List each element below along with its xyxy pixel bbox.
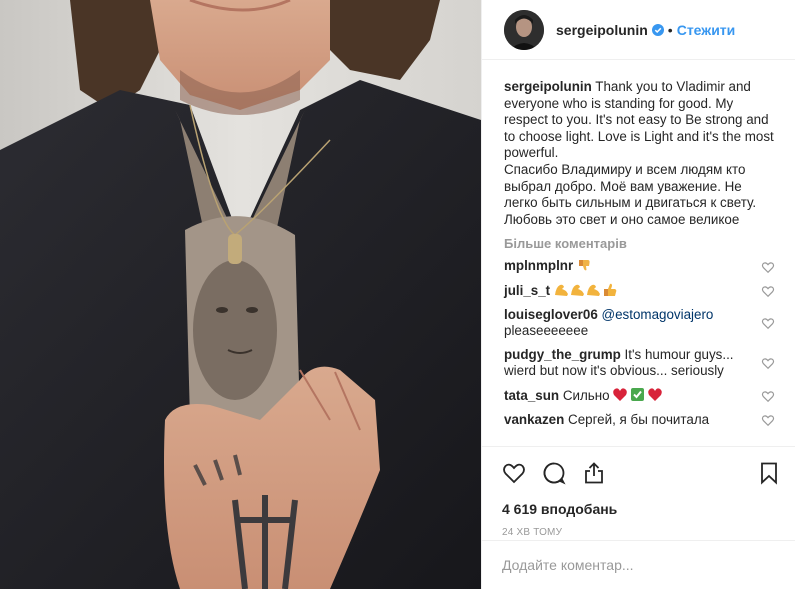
verified-badge-icon (651, 23, 664, 36)
add-comment-input[interactable] (502, 557, 775, 573)
heart-icon[interactable] (761, 413, 775, 427)
heart-icon[interactable] (761, 356, 775, 370)
bookmark-icon[interactable] (757, 461, 781, 485)
post-actions: 4 619 вподобань 24 ХВ ТОМУ (482, 446, 795, 538)
flexed-biceps-icons (554, 283, 617, 296)
comment-username[interactable]: pudgy_the_grump (504, 347, 621, 362)
header-username[interactable]: sergeipolunin (556, 22, 648, 38)
caption-username[interactable]: sergeipolunin (504, 79, 592, 94)
comment-username[interactable]: tata_sun (504, 388, 559, 403)
comment-username[interactable]: vankazen (504, 412, 564, 427)
comment-username[interactable]: juli_s_t (504, 283, 550, 298)
heart-icon[interactable] (761, 316, 775, 330)
hearts-check-icons (613, 387, 663, 401)
post-side-panel: sergeipolunin • Стежити sergeipolunin Th… (481, 0, 795, 589)
likes-count[interactable]: 4 619 вподобань (502, 501, 781, 517)
comment-mention[interactable]: @estomagoviajero (602, 307, 714, 322)
post-timestamp[interactable]: 24 ХВ ТОМУ (502, 527, 781, 538)
comment-username[interactable]: louiseglover06 (504, 307, 598, 322)
heart-icon[interactable] (761, 389, 775, 403)
comment-text: Сильно (562, 387, 610, 403)
comment-item: louiseglover06 @estomagoviajero pleaseee… (504, 307, 775, 340)
comment-icon[interactable] (542, 461, 566, 485)
add-comment-section (482, 540, 795, 589)
load-more-comments-button[interactable]: Більше коментарів (504, 236, 775, 251)
post-caption: sergeipolunin Thank you to Vladimir and … (504, 79, 775, 228)
post-image (0, 0, 481, 589)
comment-item: mplnmplnr (504, 258, 775, 275)
action-bar (502, 457, 781, 489)
heart-icon[interactable] (761, 284, 775, 298)
comment-item: tata_sun Сильно (504, 387, 775, 405)
avatar[interactable] (504, 9, 544, 50)
comments-list[interactable]: sergeipolunin Thank you to Vladimir and … (482, 61, 795, 446)
caption-text-ru: Спасибо Владимиру и всем людям кто выбра… (504, 161, 757, 227)
header-separator: • (667, 21, 673, 38)
comment-item: pudgy_the_grump It's humour guys... wier… (504, 347, 775, 380)
share-icon[interactable] (582, 461, 606, 485)
comment-text: pleaseeeeeee (504, 323, 589, 339)
comment-item: juli_s_t (504, 282, 775, 300)
comment-username[interactable]: mplnmplnr (504, 258, 573, 273)
comment-item: vankazen Сергей, я бы почитала (504, 412, 775, 429)
thumbs-down-icon (578, 260, 590, 271)
heart-icon[interactable] (761, 260, 775, 274)
post-photo[interactable] (0, 0, 481, 589)
comment-text: Сергей, я бы почитала (568, 411, 710, 427)
follow-button[interactable]: Стежити (677, 22, 736, 38)
heart-icon[interactable] (502, 461, 526, 485)
avatar-image (504, 9, 544, 50)
post-header: sergeipolunin • Стежити (482, 0, 795, 60)
